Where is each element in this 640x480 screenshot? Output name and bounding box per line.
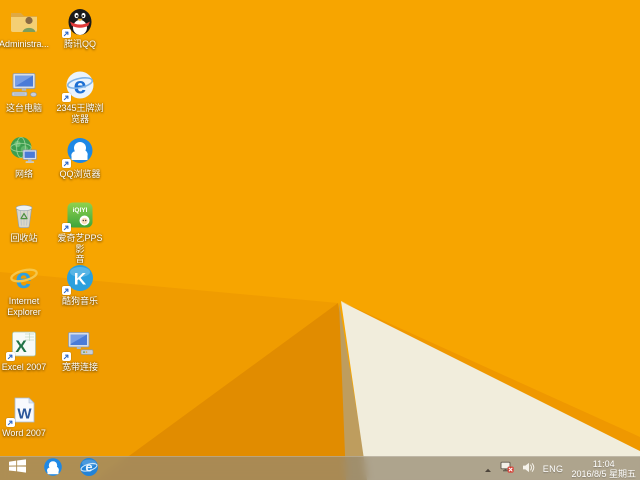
desktop-icon-internet-explorer[interactable]: e Internet Explorer (0, 262, 52, 317)
language-indicator[interactable]: ENG (543, 457, 564, 480)
desktop-icon-iqiyi-pps[interactable]: iQIYI 爱奇艺PPS 影 音 (52, 199, 108, 265)
desktop-icon-label: 回收站 (10, 233, 38, 243)
ie-e-icon: e (8, 262, 40, 294)
taskbar-internet-explorer-button[interactable]: e (76, 457, 102, 480)
taskbar-qq-browser-button[interactable] (40, 457, 66, 480)
desktop-icon-label: Administra... (0, 39, 49, 49)
desktop-icon-2345-browser[interactable]: e 2345王牌浏 览器 (52, 69, 108, 124)
network-disconnected-icon (500, 460, 514, 478)
desktop-icon-network[interactable]: 网络 (0, 135, 52, 180)
shortcut-arrow-icon (62, 93, 71, 102)
desktop-icon-label: 爱奇艺PPS 影 音 (57, 233, 103, 264)
excel-letter: X (15, 337, 27, 356)
desktop-icon-label: 这台电脑 (5, 103, 42, 113)
qq-browser-cloud-icon (62, 135, 96, 168)
shortcut-arrow-icon (6, 352, 15, 361)
ie-e-icon: e (79, 457, 99, 480)
start-button[interactable] (0, 457, 34, 480)
word-letter: W (17, 406, 32, 423)
shortcut-arrow-icon (62, 352, 71, 361)
desktop-icon-label: QQ浏览器 (59, 169, 101, 179)
desktop-icon-broadband[interactable]: 宽带连接 (52, 328, 108, 373)
desktop-icon-label: 酷狗音乐 (61, 296, 98, 306)
word-icon: W (6, 394, 40, 427)
shortcut-arrow-icon (6, 418, 15, 427)
desktop-icon-word-2007[interactable]: W Word 2007 (0, 394, 52, 439)
desktop-icon-label: 宽带连接 (61, 362, 98, 372)
desktop-icon-label: 网络 (14, 169, 33, 179)
excel-icon: X (6, 328, 40, 361)
desktop-icon-label: 2345王牌浏 览器 (56, 103, 104, 124)
recycle-bin-icon (8, 199, 40, 231)
taskbar: e ENG 11:04 2016/8/5 星期五 (0, 456, 640, 480)
kugou-letter: K (74, 270, 87, 289)
user-folder-icon (8, 5, 40, 37)
volume-button[interactable] (522, 457, 535, 480)
taskbar-clock[interactable]: 11:04 2016/8/5 星期五 (571, 457, 636, 480)
broadband-modem-icon (62, 328, 96, 361)
desktop-icon-label: Internet Explorer (7, 296, 41, 317)
shortcut-arrow-icon (62, 159, 71, 168)
iqiyi-logo-text: iQIYI (73, 207, 88, 214)
windows-logo-icon (8, 459, 26, 478)
computer-icon (8, 69, 40, 101)
desktop-icon-qq-browser[interactable]: QQ浏览器 (52, 135, 108, 180)
desktop-icon-administrator[interactable]: Administra... (0, 5, 52, 50)
browser-e-icon: e (62, 69, 96, 102)
desktop-icon-tencent-qq[interactable]: 腾讯QQ (52, 5, 108, 50)
desktop-icon-label: Excel 2007 (1, 362, 47, 372)
shortcut-arrow-icon (62, 286, 71, 295)
system-tray: ENG 11:04 2016/8/5 星期五 (484, 457, 640, 480)
chevron-up-icon (484, 460, 492, 478)
desktop-icon-kugou-music[interactable]: K 酷狗音乐 (52, 262, 108, 307)
network-status-button[interactable] (500, 457, 514, 480)
kugou-k-icon: K (62, 262, 96, 295)
desktop-icon-excel-2007[interactable]: X Excel 2007 (0, 328, 52, 373)
shortcut-arrow-icon (62, 29, 71, 38)
qq-penguin-icon (62, 5, 96, 38)
desktop-icon-recycle-bin[interactable]: 回收站 (0, 199, 52, 244)
desktop-icon-this-pc[interactable]: 这台电脑 (0, 69, 52, 114)
qq-browser-cloud-icon (43, 457, 63, 480)
desktop: Administra... 这台电脑 网络 回收站 e Internet Exp… (0, 0, 640, 480)
shortcut-arrow-icon (62, 223, 71, 232)
globe-network-icon (8, 135, 40, 167)
ie-letter: e (85, 459, 92, 474)
browser-letter: e (74, 73, 87, 99)
iqiyi-pps-icon: iQIYI (62, 199, 96, 232)
clock-date: 2016/8/5 星期五 (571, 468, 636, 479)
speaker-icon (522, 460, 535, 478)
show-hidden-icons-button[interactable] (484, 457, 492, 480)
desktop-icon-label: 腾讯QQ (63, 39, 96, 49)
desktop-icon-label: Word 2007 (2, 428, 46, 438)
clock-time: 11:04 (592, 458, 615, 469)
